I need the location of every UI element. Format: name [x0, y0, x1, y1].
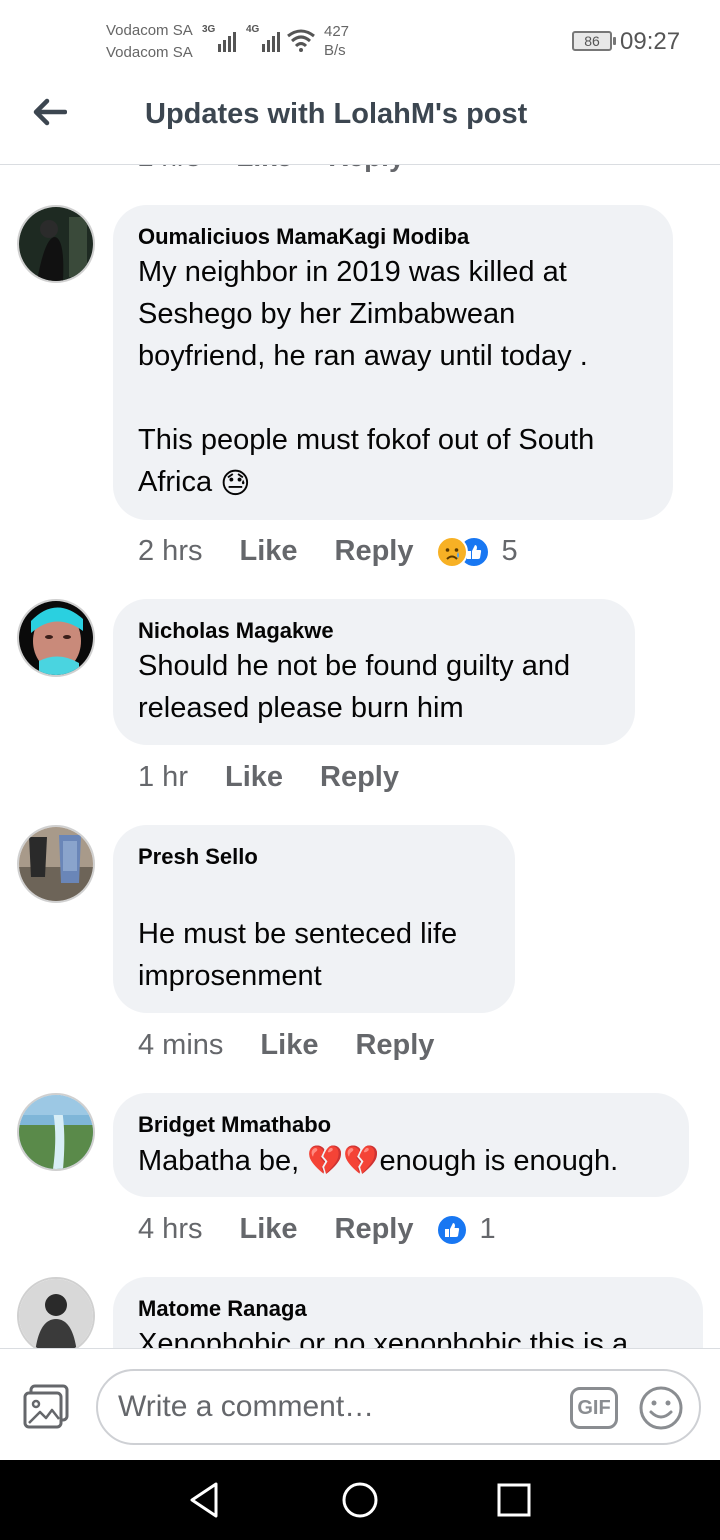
carrier-2: Vodacom SA: [106, 44, 193, 61]
reply-button[interactable]: Reply: [320, 761, 399, 794]
comment-author[interactable]: Oumaliciuos MamaKagi Modiba: [138, 223, 647, 251]
comment-text: Xenophobic or no xenophobic this is a: [138, 1328, 629, 1348]
battery-icon: 86: [572, 31, 616, 51]
nav-recents-button[interactable]: [494, 1480, 534, 1520]
photo-icon: [23, 1384, 69, 1429]
avatar[interactable]: [17, 825, 95, 903]
circle-home-icon: [342, 1482, 378, 1518]
comment-time: 1 hr: [138, 761, 188, 793]
nav-home-button[interactable]: [340, 1480, 380, 1520]
like-button[interactable]: Like: [239, 1213, 297, 1246]
comment-text-part: Mabatha be,: [138, 1145, 308, 1177]
comments-feed[interactable]: 2 hrs Like Reply Oumaliciuos MamaKagi Mo…: [0, 165, 720, 1348]
comment-time: 2 hrs: [138, 535, 203, 567]
comment-author[interactable]: Nicholas Magakwe: [138, 617, 609, 645]
reactions-summary[interactable]: 1: [435, 1213, 496, 1246]
comment-bubble[interactable]: Nicholas Magakwe Should he not be found …: [113, 599, 635, 745]
comment-actions: 2 hrs Like Reply 5: [138, 535, 518, 568]
clock: 09:27: [620, 28, 681, 55]
comment-text-body: My neighbor in 2019 was killed at Sesheg…: [138, 256, 595, 498]
like-icon: [435, 1213, 468, 1246]
reply-button[interactable]: Reply: [335, 1213, 414, 1246]
back-button[interactable]: [28, 94, 70, 130]
broken-heart-emoji: 💔💔: [307, 1143, 380, 1177]
carrier-labels: Vodacom SA Vodacom SA: [106, 20, 193, 64]
arrow-left-icon: [33, 98, 67, 126]
reply-button[interactable]: Reply: [328, 165, 404, 173]
comment-author[interactable]: Presh Sello: [138, 843, 489, 871]
comment-time: 4 mins: [138, 1029, 224, 1061]
avatar[interactable]: [17, 599, 95, 677]
comment-time: 4 hrs: [138, 1213, 203, 1245]
system-nav-bar: [0, 1460, 720, 1540]
like-button[interactable]: Like: [236, 165, 292, 173]
like-button[interactable]: Like: [239, 535, 297, 568]
comment-bubble[interactable]: Bridget Mmathabo Mabatha be, 💔💔enough is…: [113, 1093, 689, 1197]
like-button[interactable]: Like: [260, 1029, 318, 1062]
comment-input-wrapper[interactable]: GIF: [96, 1369, 701, 1445]
comment-text: My neighbor in 2019 was killed at Sesheg…: [138, 251, 647, 504]
network-speed: 427 B/s: [324, 22, 349, 60]
avatar[interactable]: [17, 1093, 95, 1171]
comment-time: 2 hrs: [138, 165, 200, 173]
comment-actions: 1 hr Like Reply: [138, 761, 436, 794]
comment-bubble[interactable]: Presh Sello He must be senteced life imp…: [113, 825, 515, 1013]
comment-bubble[interactable]: Oumaliciuos MamaKagi Modiba My neighbor …: [113, 205, 673, 520]
carrier-1: Vodacom SA: [106, 22, 193, 39]
avatar[interactable]: [17, 205, 95, 283]
photo-button[interactable]: [22, 1383, 70, 1431]
network-speed-unit: B/s: [324, 42, 346, 59]
downcast-sweat-emoji: 😓: [220, 466, 251, 501]
comment-input[interactable]: [118, 1381, 558, 1433]
comment-text-part: enough is enough.: [379, 1145, 619, 1177]
like-button[interactable]: Like: [225, 761, 283, 794]
comment-author[interactable]: Matome Ranaga: [138, 1295, 677, 1323]
reply-button[interactable]: Reply: [335, 535, 414, 568]
network-type-1: 3G: [202, 24, 216, 35]
network-type-2: 4G: [246, 24, 260, 35]
comment-composer: GIF: [0, 1348, 720, 1460]
sad-icon: [435, 535, 468, 568]
comment-text: He must be senteced life improsenment: [138, 918, 458, 992]
reaction-count: 5: [501, 535, 518, 567]
comment-text: Should he not be found guilty and releas…: [138, 650, 571, 724]
triangle-back-icon: [190, 1482, 218, 1518]
status-bar: Vodacom SA Vodacom SA 3G 4G 427 B/s 86 0…: [0, 0, 720, 80]
reactions-summary[interactable]: 5: [435, 535, 518, 568]
comment-author[interactable]: Bridget Mmathabo: [138, 1111, 663, 1139]
avatar[interactable]: [17, 1277, 95, 1348]
wifi-icon: [287, 29, 315, 52]
smiley-icon: [639, 1386, 683, 1430]
network-speed-value: 427: [324, 23, 350, 40]
comment-actions: 4 hrs Like Reply 1: [138, 1213, 496, 1246]
signal-icon-1: 3G: [202, 24, 237, 52]
reaction-count: 1: [479, 1213, 496, 1245]
emoji-button[interactable]: [638, 1385, 684, 1431]
comment-actions: 4 mins Like Reply: [138, 1029, 471, 1062]
nav-back-button[interactable]: [186, 1480, 226, 1520]
comment-bubble[interactable]: Matome Ranaga Xenophobic or no xenophobi…: [113, 1277, 703, 1348]
comment-text: Mabatha be, 💔💔enough is enough.: [138, 1139, 663, 1182]
page-header: Updates with LolahM's post: [0, 80, 720, 165]
previous-comment-actions: 2 hrs Like Reply: [138, 165, 405, 173]
page-title: Updates with LolahM's post: [145, 98, 528, 130]
square-recents-icon: [497, 1483, 531, 1517]
signal-icon-2: 4G: [246, 24, 281, 52]
gif-button[interactable]: GIF: [570, 1387, 618, 1429]
reply-button[interactable]: Reply: [355, 1029, 434, 1062]
